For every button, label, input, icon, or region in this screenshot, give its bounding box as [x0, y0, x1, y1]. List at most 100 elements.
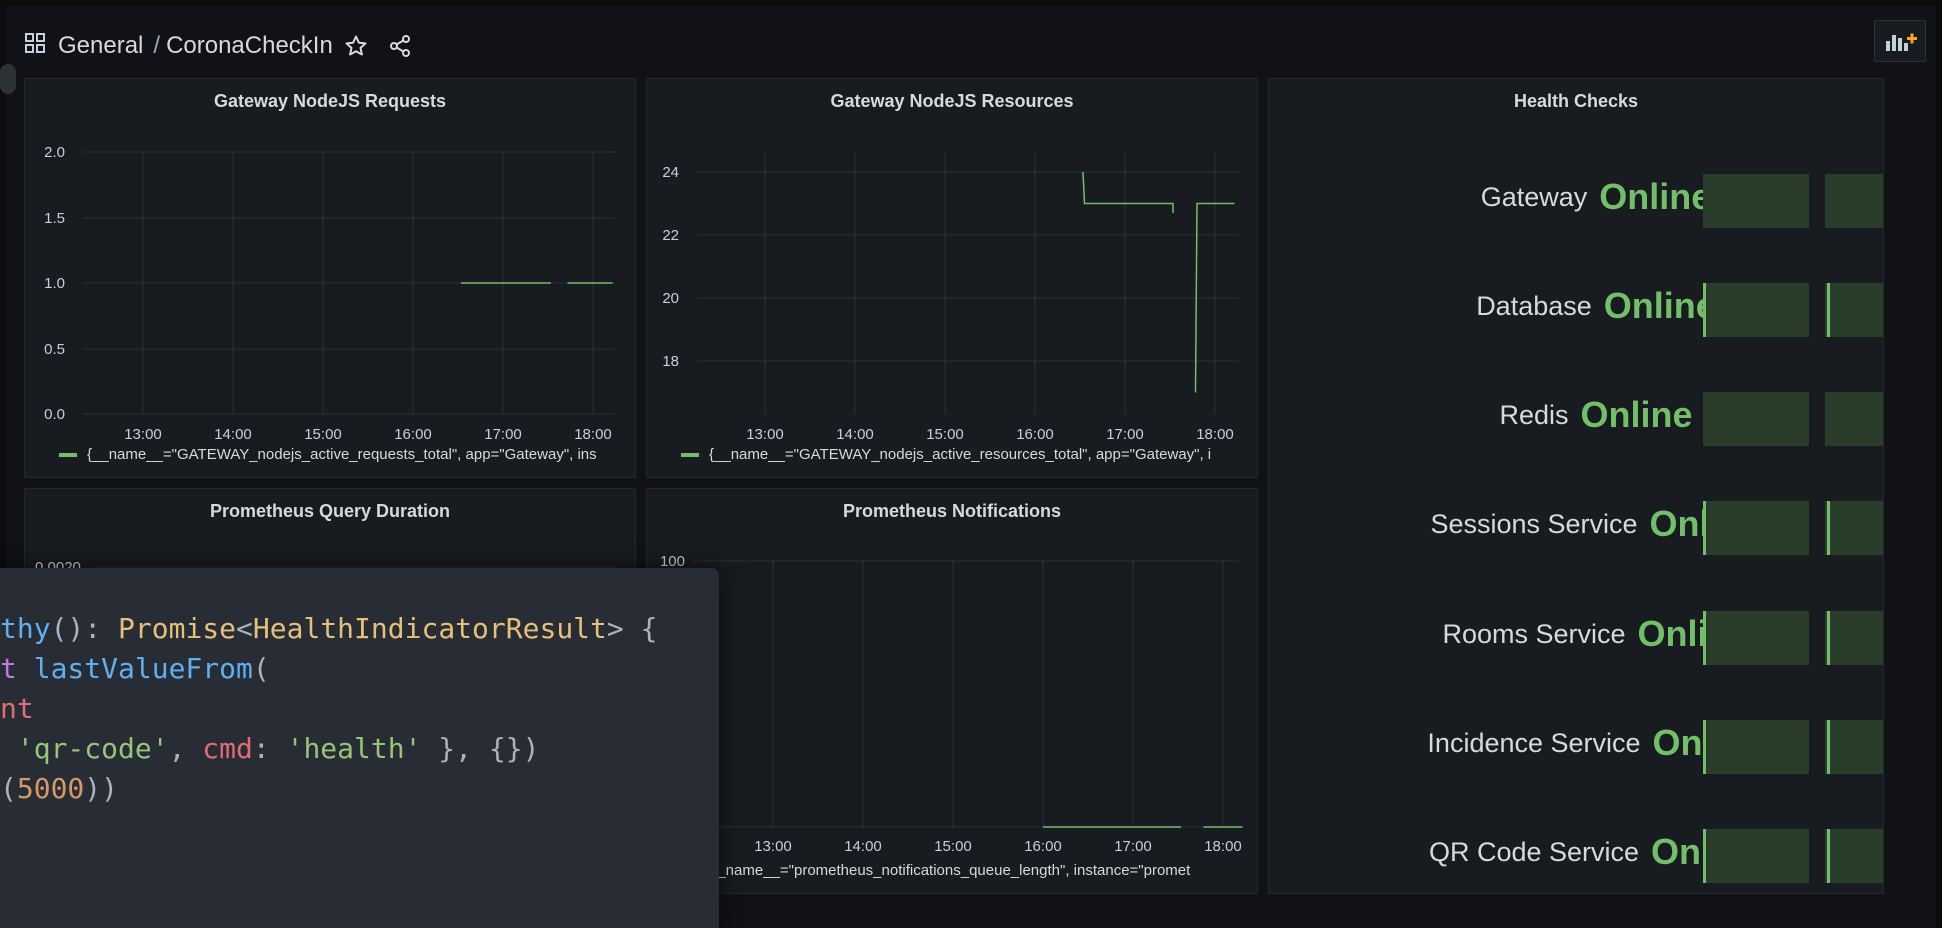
legend-item[interactable]: {__name__="GATEWAY_nodejs_active_resourc…: [681, 446, 1211, 463]
status-history-bar: [1825, 611, 1883, 665]
status-history-bar: [1703, 501, 1809, 555]
panel-gateway-requests[interactable]: Gateway NodeJS Requests 0.0 0.5 1.0 1.5 …: [24, 78, 636, 478]
y-tick: 1.5: [44, 210, 65, 227]
x-tick: 16:00: [1024, 838, 1062, 855]
status-change-marker: [1703, 829, 1706, 883]
code-token: 'health': [286, 732, 422, 765]
notifications-chart: 100 13:00 14:00 15:00 16:00 17:00 18:00: [660, 553, 1243, 855]
status-change-marker: [1827, 283, 1830, 337]
code-token: (: [252, 652, 270, 685]
code-line: (5000)): [0, 772, 118, 805]
code-line: 'qr-code', cmd: 'health' }, {}): [0, 732, 540, 765]
legend-label: {__name__="GATEWAY_nodejs_active_resourc…: [709, 446, 1212, 463]
code-line: thy(): Promise<HealthIndicatorResult> {: [0, 612, 657, 645]
code-token: }, {}): [421, 732, 540, 765]
grid-lines: [693, 560, 1239, 828]
health-label: Rooms Service: [1442, 619, 1626, 649]
code-line: t lastValueFrom(: [0, 652, 270, 685]
code-token: <: [236, 612, 253, 645]
status-change-marker: [1703, 283, 1706, 337]
y-tick: 2.0: [44, 144, 65, 161]
code-token: ():: [50, 612, 119, 645]
add-panel-icon: [1886, 33, 1917, 51]
status-history-bar: [1825, 720, 1883, 774]
status-history-bar: [1703, 174, 1809, 228]
status-change-marker: [1827, 829, 1830, 883]
status-change-marker: [1827, 611, 1830, 665]
code-token: > {: [606, 612, 658, 645]
legend-label: {__name__="GATEWAY_nodejs_active_request…: [87, 446, 597, 463]
panel-title[interactable]: Health Checks: [1269, 91, 1883, 112]
requests-chart: 0.0 0.5 1.0 1.5 2.0 13:00 14:00 15:00 16…: [44, 144, 615, 443]
health-label: Gateway: [1480, 182, 1588, 212]
x-tick: 17:00: [1106, 426, 1144, 443]
breadcrumb-folder[interactable]: General: [58, 32, 143, 59]
share-icon[interactable]: [388, 34, 412, 58]
x-tick: 13:00: [746, 426, 784, 443]
y-tick: 0.5: [44, 341, 65, 358]
top-bar: General / CoronaCheckIn: [6, 6, 1936, 68]
status-history-bar: [1825, 501, 1883, 555]
code-token: :: [252, 732, 287, 765]
x-tick: 16:00: [394, 426, 432, 443]
status-history-bar: [1703, 283, 1809, 337]
legend-item[interactable]: __name__="prometheus_notifications_queue…: [709, 862, 1190, 879]
breadcrumb: General / CoronaCheckIn: [58, 32, 333, 60]
code-token: cmd: [202, 732, 253, 765]
y-tick: 22: [662, 227, 679, 244]
legend-item[interactable]: {__name__="GATEWAY_nodejs_active_request…: [59, 446, 597, 463]
code-token: t: [0, 652, 34, 685]
y-tick: 24: [662, 164, 679, 181]
health-label: Redis: [1499, 400, 1569, 430]
code-token: HealthIndicatorResult: [252, 612, 607, 645]
status-history-bar: [1825, 829, 1883, 883]
grid-lines: [697, 152, 1239, 414]
x-tick: 18:00: [574, 426, 612, 443]
series-line-segment: [1082, 171, 1174, 213]
y-tick: 20: [662, 290, 679, 307]
status-history-bar: [1703, 611, 1809, 665]
status-change-marker: [1827, 720, 1830, 774]
status-change-marker: [1703, 611, 1706, 665]
health-status: Online: [1599, 176, 1712, 217]
grid-icon[interactable]: [24, 32, 46, 54]
health-status: Online: [1580, 394, 1693, 435]
sidebar-toggle[interactable]: [0, 64, 16, 94]
panel-health-checks[interactable]: Health Checks Gateway Online Database Onlin…: [1268, 78, 1884, 894]
x-tick: 18:00: [1196, 426, 1234, 443]
x-tick: 13:00: [124, 426, 162, 443]
dashboard-title[interactable]: CoronaCheckIn: [166, 32, 333, 59]
health-row: Gateway Online: [1269, 174, 1883, 228]
status-history-bar: [1703, 720, 1809, 774]
resources-chart: 18 20 22 24 13:00 14:00 15:00 16:00 17:0…: [662, 152, 1239, 443]
status-history-bar: [1703, 829, 1809, 883]
status-history-bar: [1825, 174, 1883, 228]
x-tick: 18:00: [1204, 838, 1242, 855]
panel-gateway-resources[interactable]: Gateway NodeJS Resources 18 20 22 24 13:…: [646, 78, 1258, 478]
x-tick: 17:00: [1114, 838, 1152, 855]
x-tick: 15:00: [934, 838, 972, 855]
x-tick: 15:00: [926, 426, 964, 443]
add-panel-button[interactable]: [1874, 20, 1926, 62]
legend-label: __name__="prometheus_notifications_queue…: [709, 862, 1191, 879]
y-tick: 1.0: [44, 275, 65, 292]
panel-notifications[interactable]: Prometheus Notifications 100 13:00 14:00…: [646, 488, 1258, 894]
status-change-marker: [1703, 720, 1706, 774]
code-token: (: [0, 772, 17, 805]
health-row: Incidence ServiceOnline: [1269, 720, 1883, 774]
code-line: nt: [0, 692, 34, 725]
star-icon[interactable]: [344, 34, 368, 58]
code-token: thy: [0, 612, 51, 645]
health-row: Sessions ServiceOnline: [1269, 501, 1883, 555]
status-history-bar: [1825, 283, 1883, 337]
code-token: 5000: [16, 772, 85, 805]
status-history-bar: [1703, 392, 1809, 446]
health-row: QR Code ServiceOnline: [1269, 829, 1883, 883]
x-tick: 15:00: [304, 426, 342, 443]
x-tick: 14:00: [844, 838, 882, 855]
breadcrumb-separator: /: [153, 32, 161, 59]
x-tick: 14:00: [214, 426, 252, 443]
health-row: Redis Online: [1269, 392, 1883, 446]
series-lines: [1082, 171, 1235, 393]
